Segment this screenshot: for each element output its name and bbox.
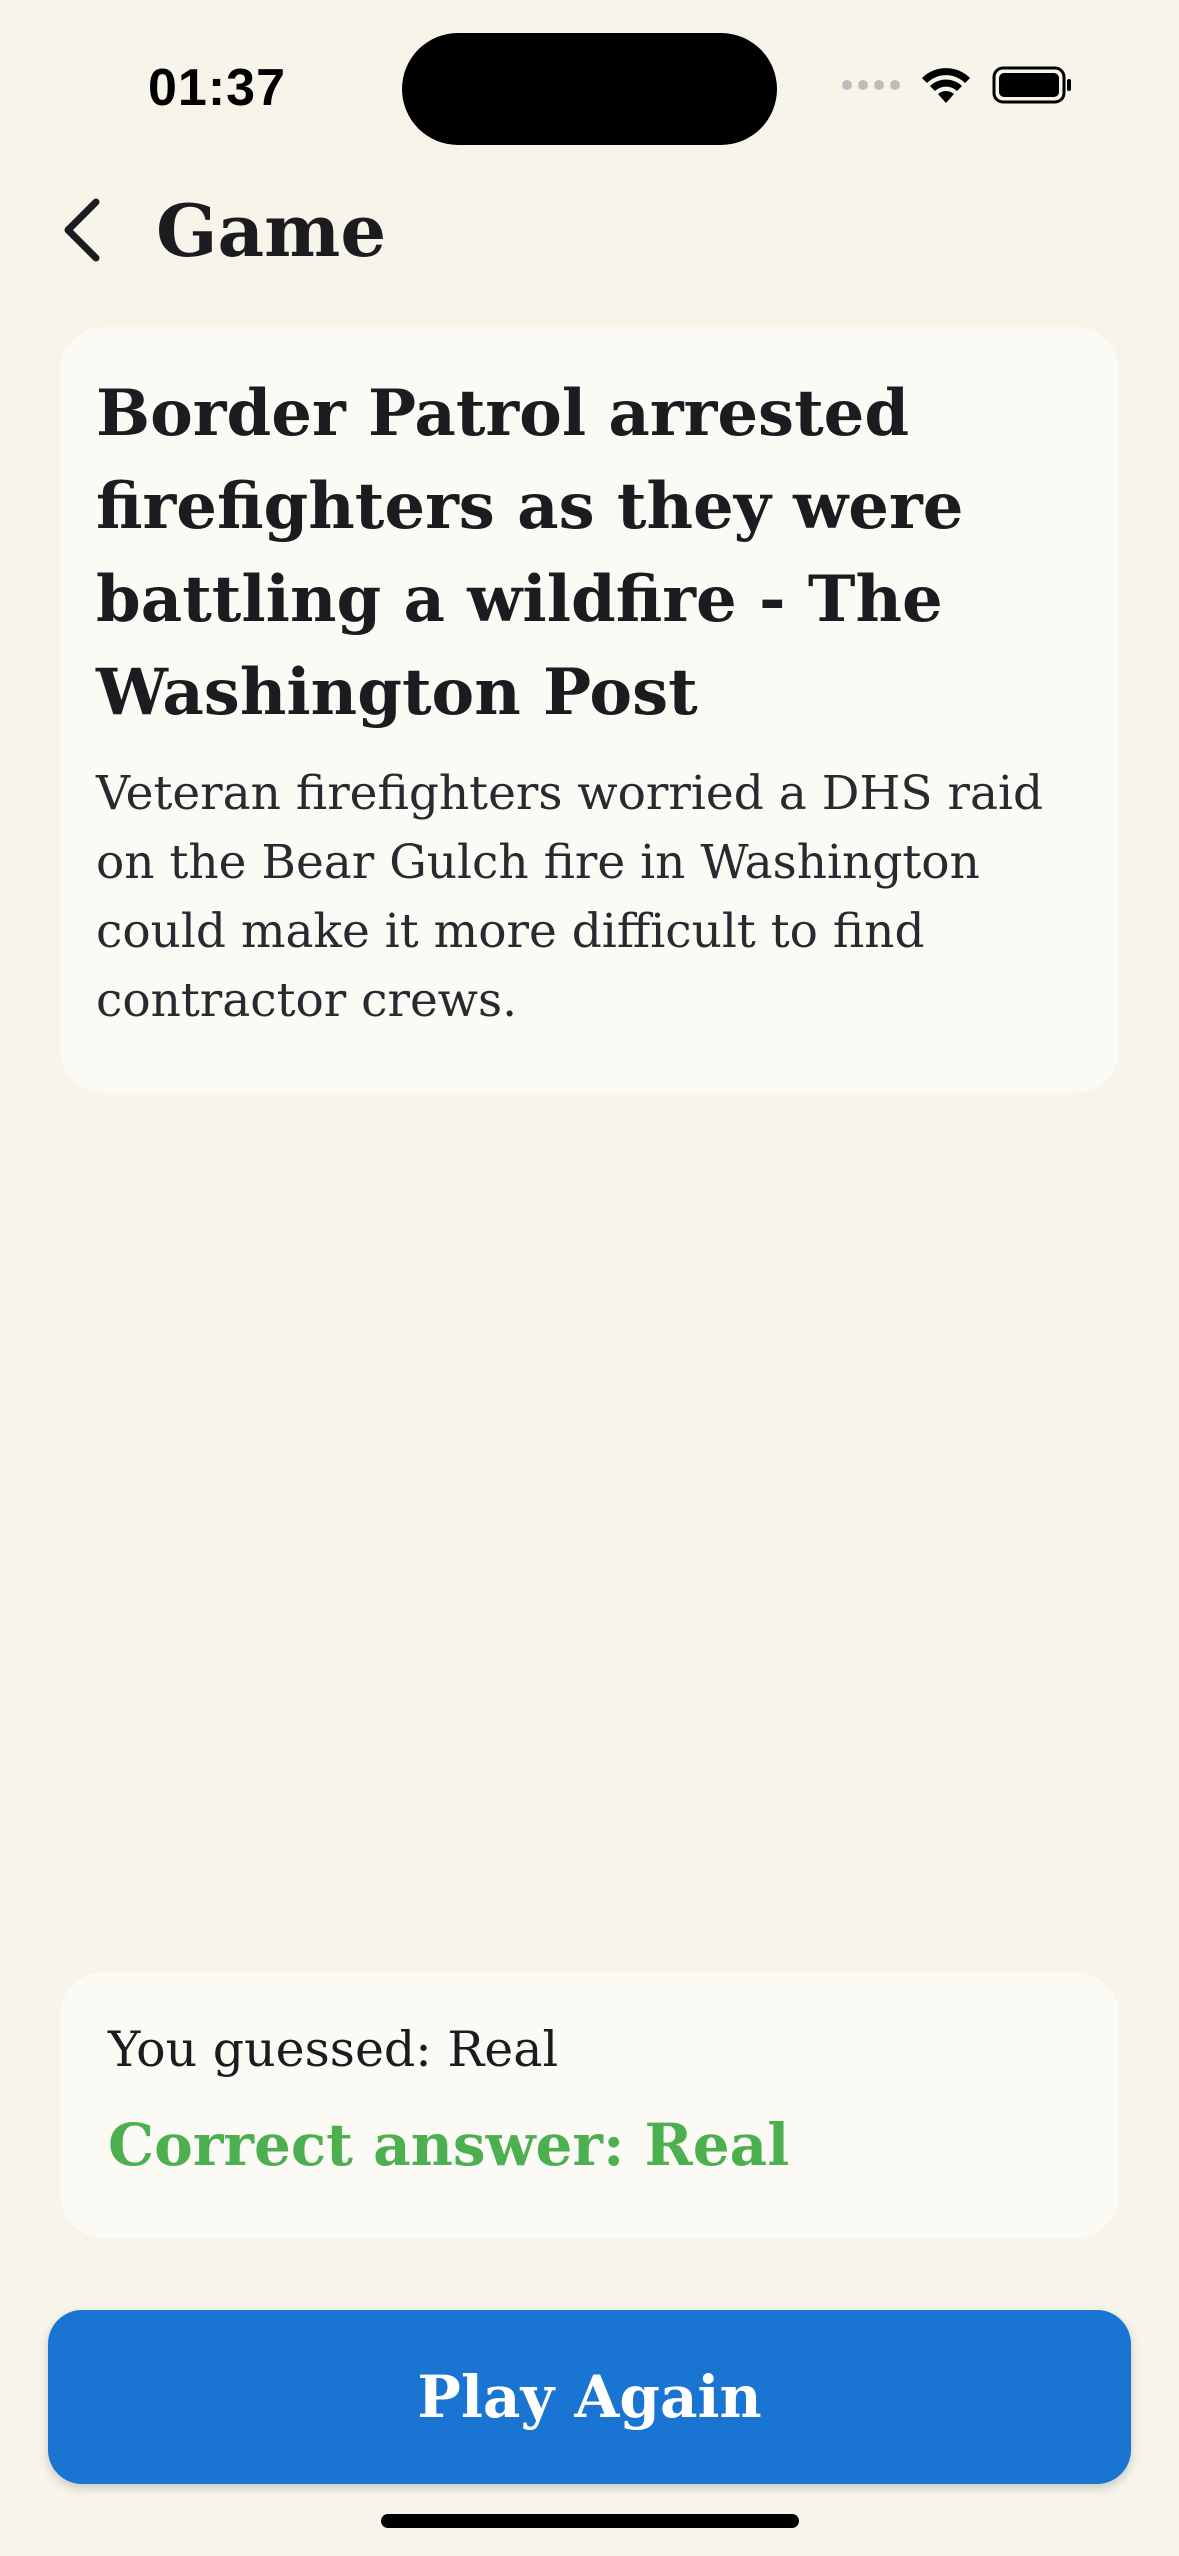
home-indicator[interactable] bbox=[381, 2514, 799, 2528]
dynamic-island bbox=[402, 33, 777, 145]
status-icons bbox=[842, 60, 1072, 110]
cellular-signal-icon bbox=[842, 80, 900, 90]
back-button[interactable] bbox=[60, 185, 120, 275]
article-card: Border Patrol arrested firefighters as t… bbox=[60, 327, 1119, 1093]
correct-answer-text: Correct answer: Real bbox=[108, 2111, 790, 2179]
play-again-button[interactable]: Play Again bbox=[48, 2310, 1131, 2484]
user-guess-text: You guessed: Real bbox=[108, 2021, 559, 2078]
nav-bar: Game bbox=[60, 185, 386, 275]
wifi-icon bbox=[922, 68, 970, 103]
result-card: You guessed: Real Correct answer: Real bbox=[60, 1972, 1119, 2238]
article-headline: Border Patrol arrested firefighters as t… bbox=[96, 376, 964, 730]
page-title: Game bbox=[156, 187, 387, 273]
status-time: 01:37 bbox=[148, 59, 286, 117]
chevron-left-icon bbox=[64, 198, 100, 262]
article-summary: Veteran firefighters worried a DHS raid … bbox=[96, 766, 1044, 1028]
battery-icon bbox=[992, 66, 1071, 104]
